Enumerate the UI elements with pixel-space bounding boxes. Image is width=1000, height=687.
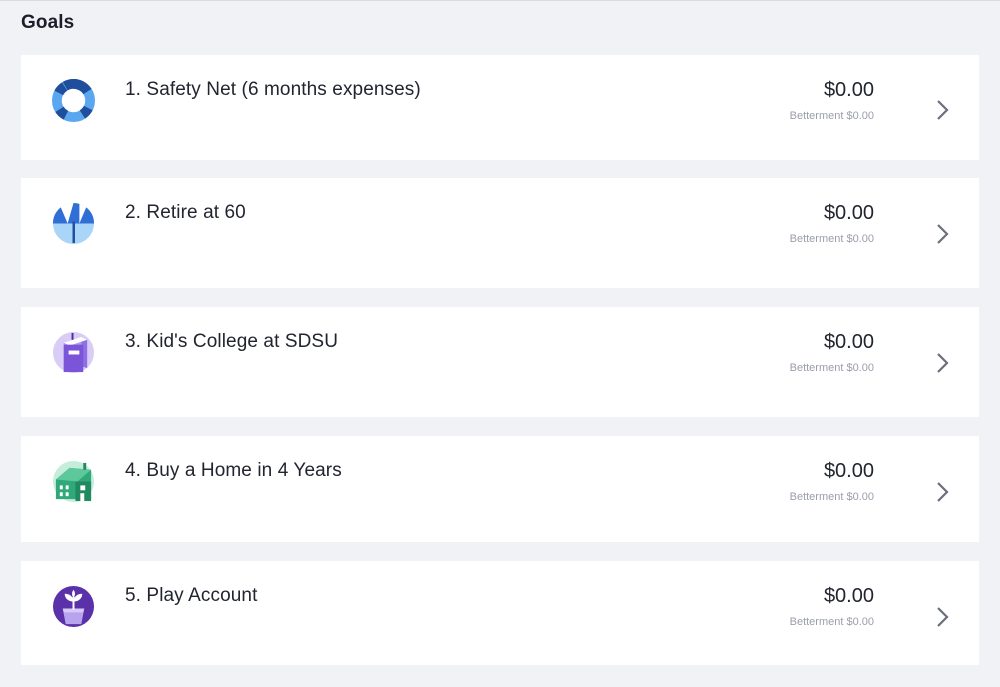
goal-balance: $0.00: [823, 202, 874, 224]
chevron-right-icon[interactable]: [935, 481, 949, 503]
goal-account-balance: Betterment $0.00: [789, 233, 874, 245]
goal-balance: $0.00: [823, 331, 874, 353]
goal-balance: $0.00: [823, 460, 874, 482]
goal-account-balance: Betterment $0.00: [789, 616, 874, 628]
goal-name: 2. Retire at 60: [125, 202, 246, 223]
goal-balance: $0.00: [823, 79, 874, 101]
chevron-right-icon[interactable]: [935, 99, 949, 121]
goal-card-safety-net[interactable]: 1. Safety Net (6 months expenses) $0.00 …: [21, 55, 979, 160]
life-ring-icon: [52, 79, 95, 122]
goal-card-home[interactable]: 4. Buy a Home in 4 Years $0.00 Bettermen…: [21, 436, 979, 542]
goal-name: 1. Safety Net (6 months expenses): [125, 79, 421, 100]
goal-card-play[interactable]: 5. Play Account $0.00 Betterment $0.00: [21, 561, 979, 665]
goal-card-retire[interactable]: 2. Retire at 60 $0.00 Betterment $0.00: [21, 178, 979, 288]
plant-pot-icon: [52, 585, 95, 628]
goal-card-college[interactable]: 3. Kid's College at SDSU $0.00 Bettermen…: [21, 307, 979, 417]
goals-page: Goals 1. Safety Net (6 months expenses) …: [0, 0, 1000, 687]
goal-account-balance: Betterment $0.00: [789, 362, 874, 374]
goal-balance: $0.00: [823, 585, 874, 607]
house-icon: [52, 460, 95, 503]
goal-account-balance: Betterment $0.00: [789, 110, 874, 122]
chevron-right-icon[interactable]: [935, 606, 949, 628]
goal-name: 3. Kid's College at SDSU: [125, 331, 339, 352]
goal-name: 5. Play Account: [125, 585, 258, 606]
goal-account-balance: Betterment $0.00: [789, 491, 874, 503]
beach-umbrella-icon: [52, 202, 95, 245]
chevron-right-icon[interactable]: [935, 352, 949, 374]
goal-name: 4. Buy a Home in 4 Years: [125, 460, 342, 481]
book-icon: [52, 331, 95, 374]
page-title: Goals: [21, 12, 75, 33]
chevron-right-icon[interactable]: [935, 223, 949, 245]
